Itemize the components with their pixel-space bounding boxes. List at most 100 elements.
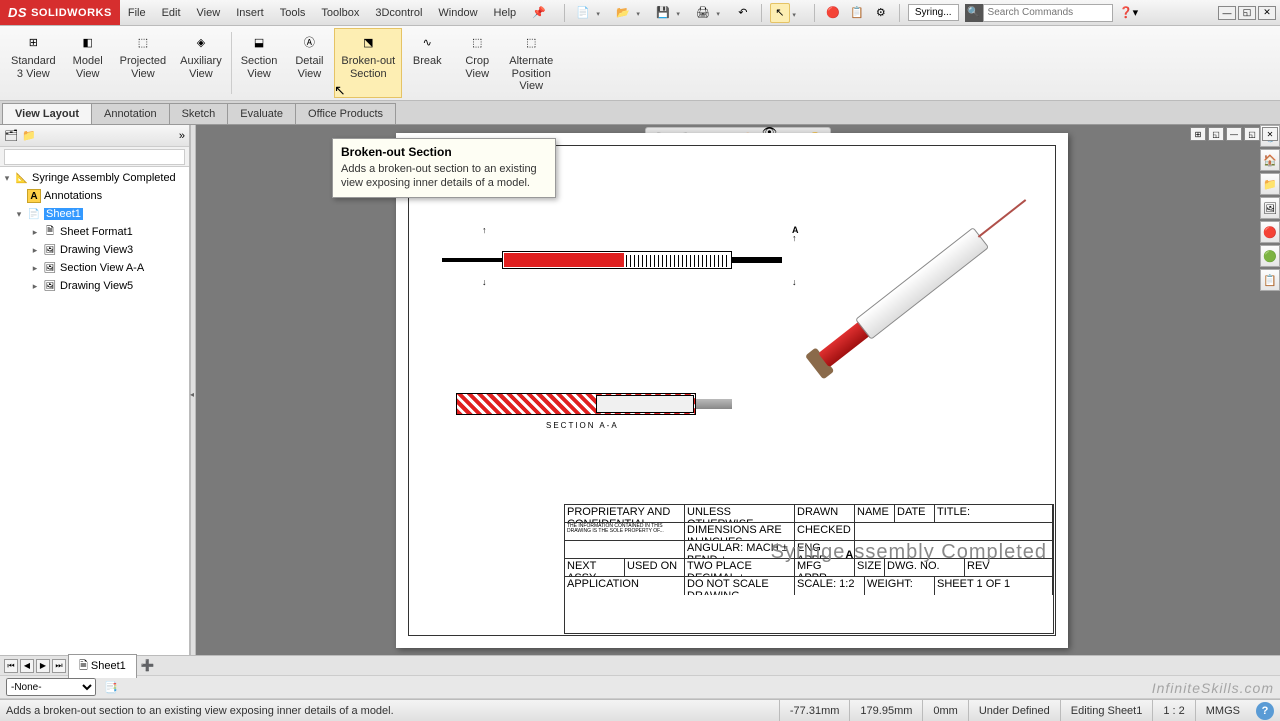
section-view-button[interactable]: ⬓Section View (234, 28, 285, 98)
help-dropdown-icon[interactable]: ❓▾ (1119, 3, 1139, 23)
tab-office-products[interactable]: Office Products (295, 103, 396, 124)
restore-button[interactable]: ◱ (1238, 6, 1256, 20)
doc-tile-icon[interactable]: ⊞ (1190, 127, 1206, 141)
syringe-gradations (626, 255, 730, 267)
settings-icon[interactable]: ⚙ (871, 3, 891, 23)
drawing-canvas[interactable]: ⊞ ◱ — ◱ ✕ 🔍 🔎 ↩ ✂ 🎨 👁▾ ⚬▾ 🟡 (196, 125, 1280, 655)
tree-filter-input[interactable] (4, 149, 185, 165)
doc-close-button[interactable]: ✕ (1262, 127, 1278, 141)
tab-annotation[interactable]: Annotation (91, 103, 170, 124)
property-tab-icon[interactable]: 📁 (22, 129, 36, 142)
menu-3dcontrol[interactable]: 3Dcontrol (367, 0, 430, 25)
alternate-position-view-button[interactable]: ⬚Alternate Position View (502, 28, 560, 98)
print-icon[interactable]: 🖨 (693, 3, 713, 23)
detail-view-button[interactable]: ⒶDetail View (284, 28, 334, 98)
taskpane-file-explorer-icon[interactable]: 📁 (1260, 173, 1280, 195)
tree-item-sheet1[interactable]: ▾ 📄 Sheet1 (0, 205, 189, 223)
menu-insert[interactable]: Insert (228, 0, 272, 25)
status-units[interactable]: MMGS (1195, 700, 1250, 721)
tab-view-layout[interactable]: View Layout (2, 103, 92, 124)
model-view-button[interactable]: ◧Model View (63, 28, 113, 98)
collapse-icon[interactable]: ▾ (2, 173, 12, 184)
feature-tree-tab-icon[interactable]: 🗂 (4, 129, 18, 142)
tree-item-drawing-view5[interactable]: ▸ 🖼 Drawing View5 (0, 277, 189, 295)
sheet-tab-sheet1[interactable]: 🗎 Sheet1 (68, 654, 137, 678)
syringe-rod (442, 258, 504, 262)
menu-help[interactable]: Help (486, 0, 525, 25)
expand-icon[interactable]: ▸ (30, 281, 40, 292)
layer-filter-select[interactable]: -None- (6, 678, 96, 696)
tree-item-section-view[interactable]: ▸ 🖼 Section View A-A (0, 259, 189, 277)
tb-sheet: SHEET 1 OF 1 (935, 577, 1053, 595)
separator (761, 4, 762, 22)
section-arrow-bottom-left: ↓ (482, 277, 487, 287)
options-icon[interactable]: 📋 (847, 3, 867, 23)
tree-item-drawing-view3[interactable]: ▸ 🖼 Drawing View3 (0, 241, 189, 259)
tb-name-header: NAME (855, 505, 895, 522)
standard-3-view-icon: ⊞ (21, 33, 45, 53)
taskpane-custom-props-icon[interactable]: 🟢 (1260, 245, 1280, 267)
menu-toolbox[interactable]: Toolbox (313, 0, 367, 25)
tree-root[interactable]: ▾ 📐 Syringe Assembly Completed (0, 169, 189, 187)
panel-tab-header: 🗂 📁 » (0, 125, 189, 147)
break-button[interactable]: ∿Break (402, 28, 452, 98)
taskpane-view-palette-icon[interactable]: 🖼 (1260, 197, 1280, 219)
status-help-icon[interactable]: ? (1256, 702, 1274, 720)
section-view-aa[interactable]: SECTION A-A (456, 383, 736, 423)
sheet-tabs-bar: ⏮ ◀ ▶ ⏭ 🗎 Sheet1 ➕ (0, 655, 1280, 675)
collapse-icon[interactable]: ▾ (14, 209, 24, 220)
crop-view-button[interactable]: ⬚Crop View (452, 28, 502, 98)
standard-3-view-button[interactable]: ⊞Standard 3 View (4, 28, 63, 98)
doc-minimize-button[interactable]: — (1226, 127, 1242, 141)
sheet-nav-first[interactable]: ⏮ (4, 659, 18, 673)
add-sheet-icon[interactable]: ➕ (139, 658, 157, 674)
menu-view[interactable]: View (189, 0, 229, 25)
broken-out-section-button[interactable]: ⬔Broken-out Section (334, 28, 402, 98)
drawing-view-main[interactable]: ↑ ↓ A ↑ ↓ (442, 233, 792, 283)
doc-cascade-icon[interactable]: ◱ (1208, 127, 1224, 141)
expand-icon[interactable]: ▸ (30, 245, 40, 256)
menu-tools[interactable]: Tools (272, 0, 314, 25)
sheet-nav-next[interactable]: ▶ (36, 659, 50, 673)
menu-file[interactable]: File (120, 0, 154, 25)
save-icon[interactable]: 💾 (653, 3, 673, 23)
format-icon: 🗎 (43, 225, 57, 239)
new-icon[interactable]: 📄 (573, 3, 593, 23)
title-block[interactable]: PROPRIETARY AND CONFIDENTIAL UNLESS OTHE… (564, 504, 1054, 634)
status-z: 0mm (922, 700, 967, 721)
document-tab[interactable]: Syring... (908, 4, 959, 21)
expand-icon[interactable]: ▸ (30, 263, 40, 274)
drawing-sheet[interactable]: ↑ ↓ A ↑ ↓ SECTION A-A (396, 133, 1068, 648)
section-arrow-top-left: ↑ (482, 225, 487, 235)
tree-item-sheet-format[interactable]: ▸ 🗎 Sheet Format1 (0, 223, 189, 241)
taskpane-clipboard-icon[interactable]: 📋 (1260, 269, 1280, 291)
select-icon[interactable]: ↖ (770, 3, 790, 23)
isometric-view[interactable] (788, 183, 1038, 393)
menu-pin-icon[interactable]: 📌 (524, 0, 554, 25)
app-name: SOLIDWORKS (31, 7, 112, 19)
projected-view-button[interactable]: ⬚Projected View (113, 28, 173, 98)
tb-spec-header: UNLESS OTHERWISE SPECIFIED: (685, 505, 795, 522)
doc-restore-button[interactable]: ◱ (1244, 127, 1260, 141)
menu-edit[interactable]: Edit (154, 0, 189, 25)
layer-props-icon[interactable]: 📑 (102, 678, 120, 696)
menu-window[interactable]: Window (430, 0, 485, 25)
expand-icon[interactable]: ▸ (30, 227, 40, 238)
taskpane-design-library-icon[interactable]: 🏠 (1260, 149, 1280, 171)
minimize-button[interactable]: — (1218, 6, 1236, 20)
undo-icon[interactable]: ↶ (733, 3, 753, 23)
sheet-nav-last[interactable]: ⏭ (52, 659, 66, 673)
close-button[interactable]: ✕ (1258, 6, 1276, 20)
tree-item-annotations[interactable]: A Annotations (0, 187, 189, 205)
panel-collapse-icon[interactable]: » (179, 130, 185, 142)
taskpane-appearances-icon[interactable]: 🔴 (1260, 221, 1280, 243)
tab-sketch[interactable]: Sketch (169, 103, 229, 124)
tab-evaluate[interactable]: Evaluate (227, 103, 296, 124)
layer-filter-bar: -None- 📑 (0, 675, 1280, 699)
open-icon[interactable]: 📂 (613, 3, 633, 23)
rebuild-icon[interactable]: 🔴 (823, 3, 843, 23)
sheet-nav-prev[interactable]: ◀ (20, 659, 34, 673)
auxiliary-view-button[interactable]: ◈Auxiliary View (173, 28, 229, 98)
menu-bar: File Edit View Insert Tools Toolbox 3Dco… (120, 0, 554, 25)
search-input[interactable] (983, 4, 1113, 22)
